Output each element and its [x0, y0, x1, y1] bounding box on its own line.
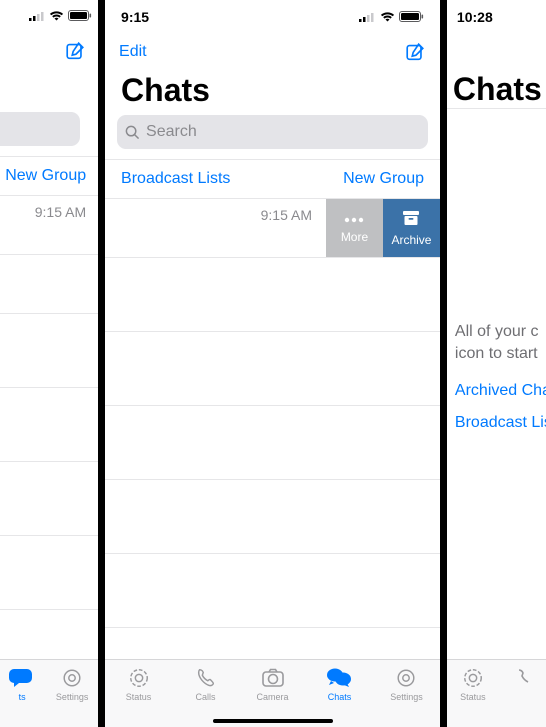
swipe-more-button[interactable]: More: [326, 199, 383, 257]
more-label: More: [341, 230, 368, 244]
wifi-icon: [380, 9, 395, 25]
status-icon: [128, 666, 150, 690]
broadcast-lists-link[interactable]: Broadcast Lis: [447, 400, 546, 432]
search-placeholder: Search: [146, 123, 197, 141]
phone-divider: [440, 0, 447, 727]
tab-settings[interactable]: Settings: [52, 666, 92, 702]
chat-row[interactable]: [105, 332, 440, 406]
archive-icon: [402, 210, 420, 229]
battery-icon: [68, 8, 92, 26]
empty-state-text: All of your c icon to start: [447, 109, 546, 364]
tab-label: Settings: [56, 692, 89, 702]
phone-icon: [516, 666, 530, 690]
status-bar: 9:15: [105, 0, 440, 34]
gear-icon: [61, 666, 83, 690]
chat-row[interactable]: [0, 388, 98, 462]
page-title: Chats: [105, 70, 440, 115]
tab-label: ts: [19, 692, 26, 702]
tab-calls-partial[interactable]: [503, 666, 543, 690]
battery-icon: [399, 9, 424, 25]
archived-chats-link[interactable]: Archived Cha: [447, 364, 546, 400]
search-input[interactable]: Search: [117, 115, 428, 149]
gear-icon: [395, 666, 417, 690]
phone-right: 10:28 Chats All of your c icon to start …: [447, 0, 546, 727]
chat-row[interactable]: 9:15 AM: [0, 196, 98, 255]
tab-bar: Status: [447, 659, 546, 727]
page-title: Chats: [453, 71, 542, 108]
tab-label: Settings: [390, 692, 423, 702]
tab-settings[interactable]: Settings: [373, 666, 440, 702]
archive-label: Archive: [391, 233, 431, 247]
tab-label: Calls: [196, 692, 216, 702]
chat-icon: [9, 666, 35, 690]
compose-icon[interactable]: [64, 40, 86, 62]
chat-icon: [326, 666, 352, 690]
chat-row[interactable]: [0, 255, 98, 314]
chat-row[interactable]: [0, 462, 98, 536]
status-time: 9:15: [121, 9, 149, 25]
tab-label: Chats: [328, 692, 352, 702]
tab-bar: Status Calls Camera Chats Settings: [105, 659, 440, 727]
chat-time: 9:15 AM: [261, 207, 312, 223]
status-bar: 10:28: [447, 0, 546, 34]
tab-label: Status: [460, 692, 486, 702]
chat-row[interactable]: [0, 536, 98, 610]
compose-icon[interactable]: [404, 41, 426, 63]
phone-divider: [98, 0, 105, 727]
signal-icon: [359, 9, 376, 25]
chat-row[interactable]: [105, 554, 440, 628]
chat-row[interactable]: [0, 314, 98, 388]
search-input[interactable]: [0, 112, 80, 146]
tab-camera[interactable]: Camera: [239, 666, 306, 702]
edit-button[interactable]: Edit: [119, 43, 147, 61]
new-group-link[interactable]: New Group: [343, 170, 424, 188]
chat-row[interactable]: [105, 480, 440, 554]
search-area: [0, 112, 98, 146]
swipe-archive-button[interactable]: Archive: [383, 199, 440, 257]
tab-status[interactable]: Status: [105, 666, 172, 702]
home-indicator[interactable]: [213, 719, 333, 723]
wifi-icon: [49, 8, 64, 26]
phone-icon: [195, 666, 217, 690]
chat-row-swiped: 9:15 AM More Archive: [105, 199, 440, 258]
chat-time: 9:15 AM: [35, 204, 86, 220]
search-icon: [125, 125, 140, 140]
new-group-link[interactable]: New Group: [0, 156, 98, 196]
phone-left: New Group 9:15 AM ts Settings: [0, 0, 98, 727]
tab-label: Status: [126, 692, 152, 702]
more-icon: [344, 212, 364, 226]
tab-status[interactable]: Status: [453, 666, 493, 702]
tab-calls[interactable]: Calls: [172, 666, 239, 702]
tab-bar: ts Settings: [0, 659, 98, 727]
signal-icon: [29, 8, 45, 26]
status-time: 10:28: [457, 9, 493, 25]
compose-area: [0, 34, 98, 68]
tab-label: Camera: [257, 692, 289, 702]
nav-row: Edit: [105, 34, 440, 70]
chat-row[interactable]: [105, 258, 440, 332]
chat-row[interactable]: [105, 406, 440, 480]
camera-icon: [261, 666, 285, 690]
tab-chats[interactable]: ts: [2, 666, 42, 702]
tab-chats[interactable]: Chats: [306, 666, 373, 702]
status-bar: [0, 0, 98, 34]
broadcast-lists-link[interactable]: Broadcast Lists: [121, 170, 230, 188]
status-icon: [462, 666, 484, 690]
list-links: Broadcast Lists New Group: [105, 159, 440, 199]
phone-mid: 9:15 Edit Chats Search Broadcast Lists N…: [105, 0, 440, 727]
chat-row[interactable]: 9:15 AM: [105, 199, 326, 257]
